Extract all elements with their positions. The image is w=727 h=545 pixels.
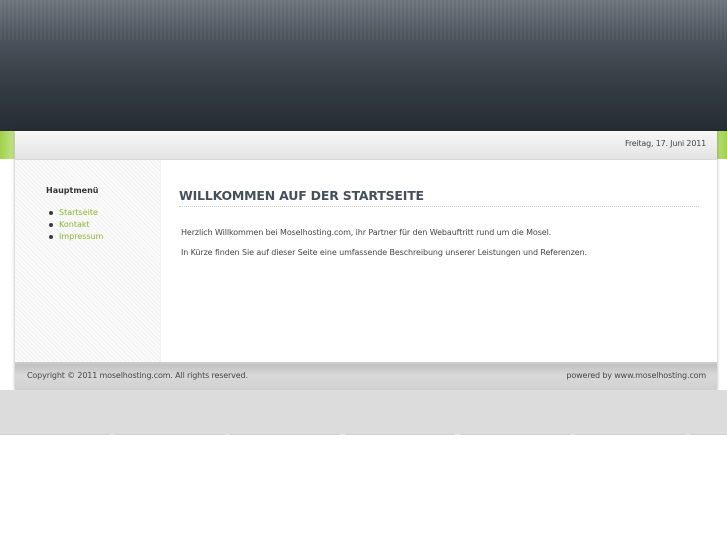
welcome-paragraph: Herzlich Willkommen bei Moselhosting.com… xyxy=(181,228,552,237)
powered-by-link[interactable]: powered by www.moselhosting.com xyxy=(566,371,706,380)
bottom-band xyxy=(0,390,727,435)
sidebar-title: Hauptmenü xyxy=(46,186,99,195)
date-bar: Freitag, 17. Juni 2011 xyxy=(15,131,717,160)
menu-item-impressum[interactable]: Impressum xyxy=(46,231,103,243)
site-footer: Copyright © 2011 moselhosting.com. All r… xyxy=(15,362,717,390)
main-content: WILLKOMMEN AUF DER STARTSEITE Herzlich W… xyxy=(161,160,717,362)
menu-item-startseite[interactable]: Startseite xyxy=(46,207,103,219)
info-paragraph: In Kürze finden Sie auf dieser Seite ein… xyxy=(181,248,587,257)
current-date: Freitag, 17. Juni 2011 xyxy=(625,139,706,148)
menu-item-kontakt[interactable]: Kontakt xyxy=(46,219,103,231)
page-container: Freitag, 17. Juni 2011 Hauptmenü Startse… xyxy=(15,131,717,390)
main-menu: Startseite Kontakt Impressum xyxy=(46,207,103,243)
copyright-text: Copyright © 2011 moselhosting.com. All r… xyxy=(27,371,248,380)
sidebar: Hauptmenü Startseite Kontakt Impressum xyxy=(15,160,160,362)
site-header xyxy=(0,0,727,131)
page-title: WILLKOMMEN AUF DER STARTSEITE xyxy=(179,188,699,207)
